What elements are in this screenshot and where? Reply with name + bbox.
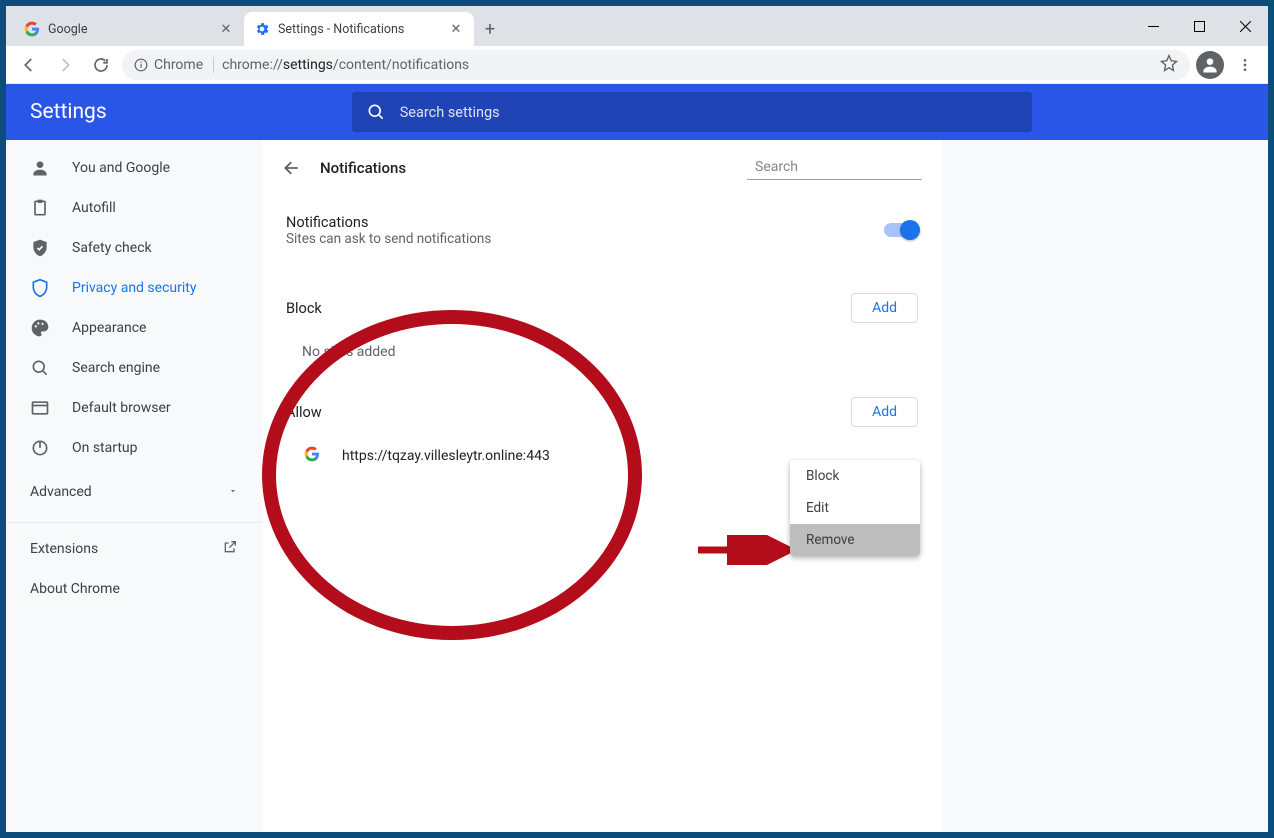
new-tab-button[interactable]: + [476,15,504,43]
sidebar-item-label: Default browser [72,400,171,416]
sidebar-item-label: Search engine [72,360,160,376]
browser-icon [30,398,50,418]
open-external-icon [222,539,238,559]
window-controls [1130,6,1268,46]
settings-search[interactable] [352,92,1032,132]
site-chip-label: Chrome [154,57,203,73]
content-search-input[interactable] [755,159,933,175]
page-title: Notifications [320,159,406,177]
settings-sidebar: You and Google Autofill Safety check Pri… [6,140,262,832]
block-heading: Block [286,300,322,317]
chevron-down-icon [228,484,238,500]
sidebar-privacy-security[interactable]: Privacy and security [6,268,262,308]
block-empty-text: No sites added [262,334,942,380]
site-chip: Chrome [134,57,214,73]
sidebar-item-label: Autofill [72,200,116,216]
about-label: About Chrome [30,581,120,597]
gear-icon [254,21,270,37]
back-button[interactable] [14,50,44,80]
reload-button[interactable] [86,50,116,80]
power-icon [30,438,50,458]
annotation-arrow [698,535,798,565]
sidebar-autofill[interactable]: Autofill [6,188,262,228]
context-menu-block[interactable]: Block [790,460,920,492]
tab-settings[interactable]: Settings - Notifications ✕ [244,12,474,46]
settings-content: Notifications Notifications Sites can as… [262,140,1268,832]
clipboard-icon [30,198,50,218]
sidebar-appearance[interactable]: Appearance [6,308,262,348]
settings-header: Settings [6,84,1268,140]
close-tab-icon[interactable]: ✕ [218,21,234,37]
tab-google-label: Google [48,22,87,37]
context-menu-remove[interactable]: Remove [790,524,920,556]
sidebar-safety-check[interactable]: Safety check [6,228,262,268]
sidebar-item-label: Appearance [72,320,146,336]
shield-check-icon [30,238,50,258]
content-search[interactable] [747,157,922,180]
sidebar-item-label: Safety check [72,240,152,256]
sidebar-on-startup[interactable]: On startup [6,428,262,468]
notifications-toggle[interactable] [884,223,918,237]
sidebar-item-label: On startup [72,440,138,456]
sidebar-item-label: You and Google [72,160,170,176]
block-add-button[interactable]: Add [851,293,918,323]
palette-icon [30,318,50,338]
url-text: chrome://settings/content/notifications [222,57,469,73]
content-right-gap [942,140,1268,832]
context-menu-edit[interactable]: Edit [790,492,920,524]
settings-title: Settings [30,100,107,124]
sidebar-item-label: Privacy and security [72,280,196,296]
allow-site-url: https://tqzay.villesleytr.online:443 [342,448,550,464]
address-bar[interactable]: Chrome chrome://settings/content/notific… [122,50,1190,80]
menu-button[interactable] [1230,50,1260,80]
extensions-label: Extensions [30,541,98,557]
sidebar-search-engine[interactable]: Search engine [6,348,262,388]
sidebar-advanced[interactable]: Advanced [6,468,262,516]
browser-toolbar: Chrome chrome://settings/content/notific… [6,46,1268,84]
tab-strip: Google ✕ Settings - Notifications ✕ + [6,6,1268,46]
separator [6,522,262,523]
search-icon [30,358,50,378]
advanced-label: Advanced [30,484,92,500]
shield-icon [30,278,50,298]
info-icon [134,58,148,72]
minimize-button[interactable] [1130,10,1176,42]
bookmark-star-icon[interactable] [1160,54,1178,76]
tab-google[interactable]: Google ✕ [14,12,244,46]
notifications-heading: Notifications [286,214,491,231]
profile-avatar[interactable] [1196,51,1224,79]
sidebar-you-and-google[interactable]: You and Google [6,148,262,188]
allow-heading: Allow [286,404,322,421]
google-favicon-icon [24,21,40,37]
person-icon [30,158,50,178]
forward-button[interactable] [50,50,80,80]
site-favicon-icon [304,446,324,466]
allow-add-button[interactable]: Add [851,397,918,427]
maximize-button[interactable] [1176,10,1222,42]
sidebar-extensions[interactable]: Extensions [6,529,262,569]
sidebar-default-browser[interactable]: Default browser [6,388,262,428]
site-context-menu: Block Edit Remove [790,460,920,556]
settings-search-input[interactable] [400,104,1018,121]
sidebar-about-chrome[interactable]: About Chrome [6,569,262,609]
close-window-button[interactable] [1222,10,1268,42]
tab-settings-label: Settings - Notifications [278,22,404,37]
close-tab-icon[interactable]: ✕ [448,21,464,37]
notifications-desc: Sites can ask to send notifications [286,231,491,247]
search-icon [366,102,386,122]
content-subheader: Notifications [262,140,942,196]
back-arrow-button[interactable] [282,158,302,178]
